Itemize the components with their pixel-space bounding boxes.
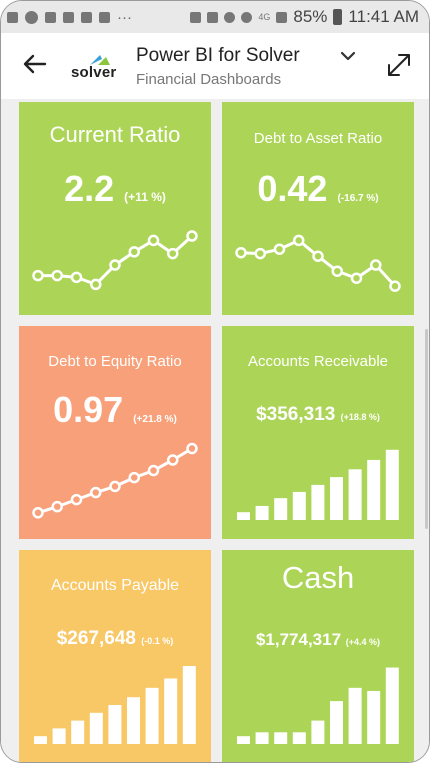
page-subtitle: Financial Dashboards bbox=[136, 71, 282, 88]
line-sparkline bbox=[32, 442, 198, 519]
sparkline-bar bbox=[385, 449, 399, 520]
missed-call-icon bbox=[45, 11, 56, 23]
sparkline-bar bbox=[145, 687, 159, 744]
sparkline-bar bbox=[330, 477, 343, 520]
solver-logo: solver bbox=[71, 55, 127, 81]
sparkline-bar bbox=[292, 732, 306, 744]
whatsapp-icon bbox=[25, 10, 38, 24]
sparkline-bar bbox=[385, 667, 399, 744]
sparkline-bar bbox=[89, 712, 103, 744]
mute-icon bbox=[207, 11, 219, 23]
nfc-icon bbox=[190, 11, 202, 23]
sparkline-point bbox=[186, 230, 198, 242]
sparkline-bar bbox=[255, 505, 269, 520]
tile-accounts-receivable[interactable]: Accounts Receivable $356,313 (+18.8 %) bbox=[222, 326, 414, 539]
back-arrow-icon[interactable] bbox=[21, 50, 49, 78]
line-sparkline bbox=[32, 230, 198, 291]
sparkline-bar bbox=[255, 732, 269, 744]
sparkline-bar bbox=[274, 732, 288, 744]
sparkline-bar bbox=[311, 484, 325, 520]
sparkline-point bbox=[32, 269, 44, 282]
bar-sparkline bbox=[237, 449, 399, 520]
sparkline-bar bbox=[164, 678, 178, 744]
chevron-down-icon[interactable] bbox=[337, 45, 359, 67]
sparkline-point bbox=[109, 480, 121, 493]
tile-debt-to-asset[interactable]: Debt to Asset Ratio 0.42 (-16.7 %) bbox=[222, 102, 414, 315]
notification-icon bbox=[81, 11, 92, 23]
sparkline-point bbox=[350, 272, 363, 284]
sparkline-point bbox=[51, 269, 63, 282]
sparkline-bar bbox=[237, 736, 250, 744]
phone-frame: ··· 4G 85% 11:41 AM solver Power BI for … bbox=[0, 0, 430, 763]
sparkline-bar bbox=[330, 701, 343, 744]
sparkline-bar bbox=[367, 459, 381, 520]
expand-icon[interactable] bbox=[385, 51, 413, 79]
app-header: solver Power BI for Solver Financial Das… bbox=[1, 33, 429, 100]
wifi-icon bbox=[241, 11, 253, 23]
sparkline-point bbox=[167, 247, 179, 260]
more-notifications-icon: ··· bbox=[117, 8, 132, 26]
dashboard-grid: Current Ratio 2.2 (+11 %) Debt to Asset … bbox=[1, 99, 429, 762]
sparkline-bar bbox=[274, 498, 288, 520]
sparkline-bar bbox=[108, 705, 122, 744]
sparkline-point bbox=[51, 500, 63, 513]
sparkline-point bbox=[70, 493, 83, 506]
sparkline-point bbox=[147, 464, 160, 477]
line-sparkline bbox=[235, 234, 401, 292]
sparkline-point bbox=[90, 486, 102, 499]
page-title: Power BI for Solver bbox=[136, 45, 300, 66]
sparkline-point bbox=[32, 507, 44, 519]
battery-percent: 85% bbox=[293, 7, 328, 26]
signal-icon bbox=[276, 11, 288, 23]
sparkline-point bbox=[235, 246, 247, 259]
bar-sparkline bbox=[237, 667, 399, 744]
sparkline-point bbox=[90, 278, 102, 291]
tile-accounts-payable[interactable]: Accounts Payable $267,648 (-0.1 %) bbox=[19, 550, 211, 762]
sparkline-bar bbox=[348, 469, 362, 520]
sparkline-bar bbox=[34, 736, 47, 744]
status-bar: ··· 4G 85% 11:41 AM bbox=[1, 1, 429, 33]
battery-icon bbox=[333, 9, 343, 25]
sparkline-point bbox=[293, 234, 305, 247]
notification-icons: ··· bbox=[7, 9, 132, 26]
sparkline-point bbox=[167, 454, 179, 466]
clock: 11:41 AM bbox=[348, 7, 419, 26]
sparkline-point bbox=[331, 265, 343, 277]
system-icons: 4G 85% 11:41 AM bbox=[190, 7, 419, 27]
tile-current-ratio[interactable]: Current Ratio 2.2 (+11 %) bbox=[19, 102, 211, 315]
sparkline-bar bbox=[348, 687, 362, 744]
sparkline-point bbox=[128, 246, 140, 258]
sparkline-point bbox=[273, 243, 286, 255]
scrollbar[interactable] bbox=[425, 329, 428, 529]
sparkline-point bbox=[370, 259, 382, 271]
sparkline-point bbox=[186, 442, 198, 455]
sparkline-bar bbox=[292, 491, 306, 520]
sparkline-point bbox=[109, 259, 121, 271]
sparkline-bar bbox=[182, 666, 196, 744]
network-type: 4G bbox=[258, 12, 271, 22]
sparkline-point bbox=[147, 234, 160, 247]
sparkline-point bbox=[70, 271, 83, 284]
sparkline-bar bbox=[311, 720, 325, 744]
sparkline-point bbox=[254, 247, 266, 260]
message-icon bbox=[7, 11, 18, 23]
sparkline-point bbox=[389, 280, 401, 292]
alarm-icon bbox=[224, 11, 236, 23]
image-icon bbox=[63, 11, 74, 23]
sparkline-point bbox=[312, 250, 324, 262]
sparkline-point bbox=[128, 471, 140, 484]
sparkline-bar bbox=[71, 720, 85, 744]
sparkline-bar bbox=[237, 512, 250, 520]
logo-text: solver bbox=[71, 64, 117, 81]
tile-cash[interactable]: Cash $1,774,317 (+4.4 %) bbox=[222, 550, 414, 762]
mail-icon bbox=[99, 11, 110, 23]
sparkline-bar bbox=[367, 690, 381, 744]
bar-sparkline bbox=[34, 666, 196, 744]
sparkline-bar bbox=[127, 697, 140, 744]
sparkline-bar bbox=[52, 728, 66, 744]
tile-debt-to-equity[interactable]: Debt to Equity Ratio 0.97 (+21.8 %) bbox=[19, 326, 211, 539]
